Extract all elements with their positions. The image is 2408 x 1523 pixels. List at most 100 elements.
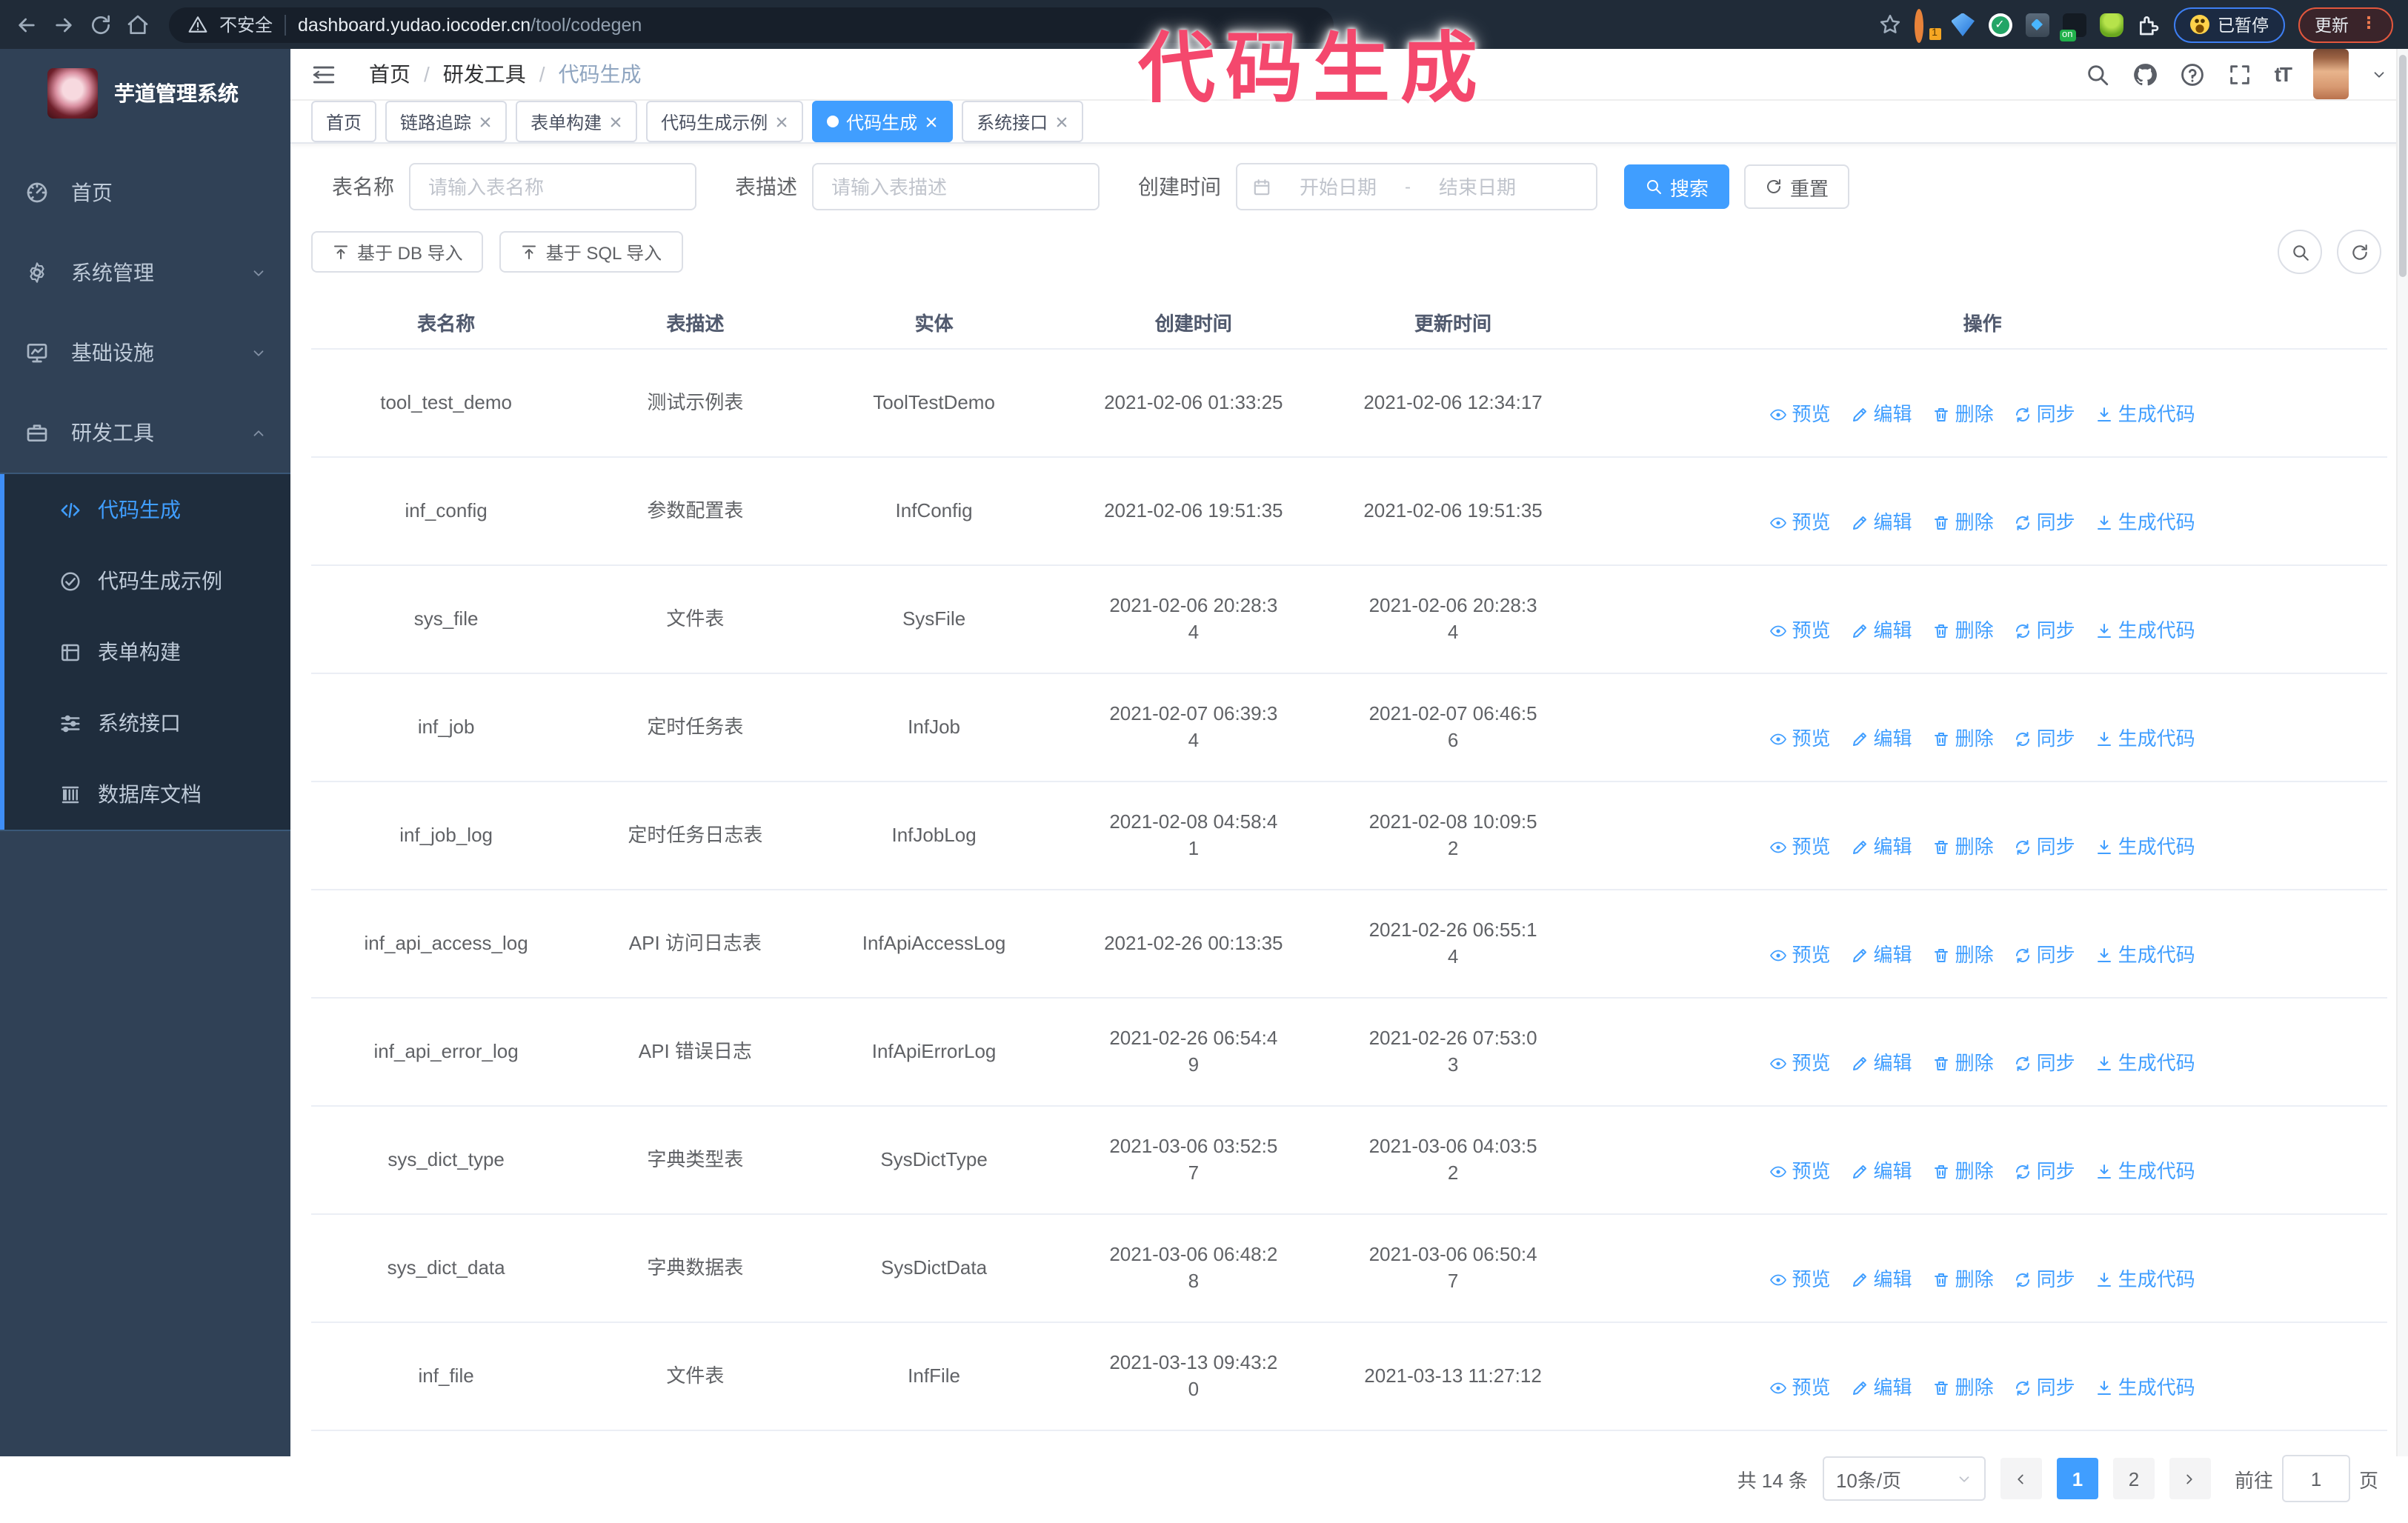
edit-link[interactable]: 编辑 <box>1852 942 1912 969</box>
sync-link[interactable]: 同步 <box>2015 510 2075 536</box>
sidebar-item-infra[interactable]: 基础设施 <box>0 313 290 393</box>
github-icon[interactable] <box>2132 61 2158 87</box>
sidebar-item-form-builder[interactable]: 表单构建 <box>0 616 290 687</box>
edit-link[interactable]: 编辑 <box>1852 1159 1912 1185</box>
preview-link[interactable]: 预览 <box>1770 618 1831 644</box>
sync-link[interactable]: 同步 <box>2015 1375 2075 1402</box>
refresh-table-button[interactable] <box>2337 230 2381 274</box>
delete-link[interactable]: 删除 <box>1933 510 1994 536</box>
table-name-input[interactable] <box>425 174 680 199</box>
page-size-select[interactable]: 10条/页 <box>1822 1456 1986 1501</box>
prev-page-button[interactable] <box>2000 1458 2042 1499</box>
preview-link[interactable]: 预览 <box>1770 726 1831 753</box>
tab-system-api[interactable]: 系统接口 <box>962 101 1084 142</box>
sync-link[interactable]: 同步 <box>2015 726 2075 753</box>
breadcrumb-devtools[interactable]: 研发工具 <box>443 59 526 89</box>
sync-link[interactable]: 同步 <box>2015 834 2075 861</box>
generate-code-link[interactable]: 生成代码 <box>2096 1267 2195 1293</box>
page-button-1[interactable]: 1 <box>2056 1458 2098 1499</box>
extension-check-icon[interactable]: ✓ <box>1988 13 2012 36</box>
edit-link[interactable]: 编辑 <box>1852 1050 1912 1077</box>
delete-link[interactable]: 删除 <box>1933 1375 1994 1402</box>
preview-link[interactable]: 预览 <box>1770 1375 1831 1402</box>
sync-link[interactable]: 同步 <box>2015 1267 2075 1293</box>
preview-link[interactable]: 预览 <box>1770 834 1831 861</box>
sidebar-item-system[interactable]: 系统管理 <box>0 233 290 313</box>
search-button[interactable]: 搜索 <box>1624 164 1730 209</box>
generate-code-link[interactable]: 生成代码 <box>2096 510 2195 536</box>
font-size-icon[interactable]: tT <box>2275 62 2292 86</box>
generate-code-link[interactable]: 生成代码 <box>2096 1159 2195 1185</box>
collapse-sidebar-icon[interactable] <box>311 61 336 87</box>
tab-tracing[interactable]: 链路追踪 <box>385 101 508 142</box>
generate-code-link[interactable]: 生成代码 <box>2096 618 2195 644</box>
toggle-search-button[interactable] <box>2278 230 2322 274</box>
user-avatar[interactable] <box>2313 49 2349 99</box>
reload-icon[interactable] <box>89 13 113 36</box>
generate-code-link[interactable]: 生成代码 <box>2096 726 2195 753</box>
generate-code-link[interactable]: 生成代码 <box>2096 401 2195 428</box>
sidebar-item-devtools[interactable]: 研发工具 <box>0 393 290 473</box>
close-icon[interactable] <box>775 115 788 128</box>
import-db-button[interactable]: 基于 DB 导入 <box>311 231 484 273</box>
update-button[interactable]: 更新 ⋮ <box>2298 7 2393 42</box>
edit-link[interactable]: 编辑 <box>1852 834 1912 861</box>
edit-link[interactable]: 编辑 <box>1852 1267 1912 1293</box>
edit-link[interactable]: 编辑 <box>1852 401 1912 428</box>
edit-link[interactable]: 编辑 <box>1852 510 1912 536</box>
sidebar-item-codegen-example[interactable]: 代码生成示例 <box>0 545 290 616</box>
extension-dark-icon[interactable]: on <box>2059 13 2086 41</box>
edit-link[interactable]: 编辑 <box>1852 1375 1912 1402</box>
sidebar-item-codegen[interactable]: 代码生成 <box>0 474 290 545</box>
tab-form-builder[interactable]: 表单构建 <box>516 101 638 142</box>
search-icon[interactable] <box>2085 61 2110 87</box>
sync-link[interactable]: 同步 <box>2015 1159 2075 1185</box>
sidebar-item-system-api[interactable]: 系统接口 <box>0 687 290 759</box>
bookmark-star-icon[interactable] <box>1878 13 1900 36</box>
sync-link[interactable]: 同步 <box>2015 942 2075 969</box>
table-desc-input[interactable] <box>828 174 1083 199</box>
forward-icon[interactable] <box>52 13 76 36</box>
date-range-picker[interactable]: - <box>1236 163 1597 210</box>
generate-code-link[interactable]: 生成代码 <box>2096 1375 2195 1402</box>
delete-link[interactable]: 删除 <box>1933 401 1994 428</box>
avatar-caret-icon[interactable] <box>2371 66 2387 82</box>
fullscreen-icon[interactable] <box>2227 61 2252 87</box>
sidebar-item-db-doc[interactable]: 数据库文档 <box>0 759 290 830</box>
sync-link[interactable]: 同步 <box>2015 618 2075 644</box>
tab-codegen-example[interactable]: 代码生成示例 <box>646 101 804 142</box>
delete-link[interactable]: 删除 <box>1933 1050 1994 1077</box>
goto-page-input[interactable] <box>2281 1455 2350 1502</box>
reset-button[interactable]: 重置 <box>1744 164 1850 209</box>
end-date-input[interactable] <box>1420 174 1535 199</box>
close-icon[interactable] <box>609 115 622 128</box>
close-icon[interactable] <box>925 115 938 128</box>
delete-link[interactable]: 删除 <box>1933 942 1994 969</box>
start-date-input[interactable] <box>1280 174 1396 199</box>
delete-link[interactable]: 删除 <box>1933 1159 1994 1185</box>
delete-link[interactable]: 删除 <box>1933 618 1994 644</box>
extension-gem-icon[interactable] <box>1951 13 1975 36</box>
sync-link[interactable]: 同步 <box>2015 1050 2075 1077</box>
delete-link[interactable]: 删除 <box>1933 834 1994 861</box>
extensions-puzzle-icon[interactable] <box>2136 13 2160 36</box>
paused-badge[interactable]: 已暂停 <box>2173 7 2285 42</box>
extension-orange-icon[interactable]: 1 <box>1914 8 1942 42</box>
generate-code-link[interactable]: 生成代码 <box>2096 1050 2195 1077</box>
preview-link[interactable]: 预览 <box>1770 510 1831 536</box>
close-icon[interactable] <box>1055 115 1068 128</box>
address-bar[interactable]: 不安全 dashboard.yudao.iocoder.cn/tool/code… <box>169 7 1334 42</box>
extension-figure-icon[interactable] <box>2099 13 2123 36</box>
preview-link[interactable]: 预览 <box>1770 942 1831 969</box>
sync-link[interactable]: 同步 <box>2015 401 2075 428</box>
preview-link[interactable]: 预览 <box>1770 1159 1831 1185</box>
preview-link[interactable]: 预览 <box>1770 401 1831 428</box>
sidebar-logo[interactable]: 芋道管理系统 <box>0 49 290 138</box>
extension-grid-icon[interactable] <box>2025 13 2049 36</box>
edit-link[interactable]: 编辑 <box>1852 726 1912 753</box>
sidebar-item-home[interactable]: 首页 <box>0 153 290 233</box>
edit-link[interactable]: 编辑 <box>1852 618 1912 644</box>
delete-link[interactable]: 删除 <box>1933 1267 1994 1293</box>
preview-link[interactable]: 预览 <box>1770 1267 1831 1293</box>
delete-link[interactable]: 删除 <box>1933 726 1994 753</box>
